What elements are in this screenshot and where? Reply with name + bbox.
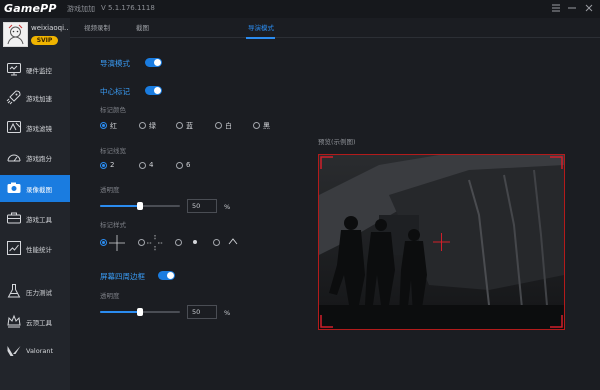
mark-opacity-input[interactable]: 50 <box>187 199 217 213</box>
border-opacity-slider[interactable] <box>100 308 180 316</box>
speedometer-icon <box>6 149 22 165</box>
sidebar: weixiaoqi... SVIP 硬件监控 游戏加速 游戏滤镜 游戏跑分 录像… <box>0 18 70 390</box>
camera-icon <box>6 180 22 196</box>
tab-video-recording[interactable]: 视频录制 <box>84 22 110 32</box>
director-mode-toggle[interactable] <box>145 58 162 67</box>
sidebar-item-benchmark[interactable]: 游戏跑分 <box>0 144 70 171</box>
mark-color-label: 标记颜色 <box>100 106 126 114</box>
sidebar-item-game-filter[interactable]: 游戏滤镜 <box>0 114 70 141</box>
border-opacity-unit: % <box>224 309 231 317</box>
color-option-green: 绿 <box>149 122 156 130</box>
title-bar: GamePP 游戏加加 V 5.1.176.1118 <box>0 0 600 18</box>
avatar[interactable] <box>3 22 28 47</box>
color-option-black: 黑 <box>263 122 270 130</box>
valorant-icon <box>6 343 22 359</box>
width-radio-2[interactable] <box>100 162 107 169</box>
app-name: 游戏加加 <box>67 5 95 13</box>
tab-screenshot[interactable]: 截图 <box>136 22 149 32</box>
preview-scene-image <box>319 155 564 329</box>
width-radio-4[interactable] <box>139 162 146 169</box>
flask-icon <box>6 283 22 299</box>
sidebar-item-game-boost[interactable]: 游戏加速 <box>0 84 70 111</box>
preview-label: 预览(示例图) <box>318 138 356 146</box>
width-option-6: 6 <box>186 161 191 169</box>
director-mode-title: 导演模式 <box>100 59 130 68</box>
sidebar-item-record-screenshot[interactable]: 录像截图 <box>0 175 70 202</box>
sidebar-item-performance-stats[interactable]: 性能统计 <box>0 235 70 262</box>
mark-opacity-unit: % <box>224 203 231 211</box>
width-option-4: 4 <box>149 161 154 169</box>
preview-image <box>318 154 565 330</box>
crosshair-dashed-icon <box>147 235 163 251</box>
center-mark-title: 中心标记 <box>100 87 130 96</box>
color-option-red: 红 <box>110 122 117 130</box>
crosshair-cross-icon <box>109 235 125 251</box>
mark-width-label: 标记线宽 <box>100 147 126 155</box>
sidebar-item-stress-test[interactable]: 压力测试 <box>0 278 70 305</box>
crown-icon <box>6 313 22 329</box>
color-radio-blue[interactable] <box>176 122 183 129</box>
border-opacity-slider-thumb[interactable] <box>137 308 143 316</box>
app-version: V 5.1.176.1118 <box>101 4 155 12</box>
color-option-blue: 蓝 <box>186 122 193 130</box>
screen-border-title: 屏幕四周边框 <box>100 272 145 281</box>
width-radio-6[interactable] <box>176 162 183 169</box>
border-opacity-input[interactable]: 50 <box>187 305 217 319</box>
close-icon[interactable] <box>583 3 595 15</box>
username: weixiaoqi... <box>31 24 69 32</box>
screen-border-toggle[interactable] <box>158 271 175 280</box>
color-option-white: 白 <box>225 122 232 130</box>
minimize-icon[interactable] <box>566 3 578 15</box>
border-opacity-label: 透明度 <box>100 292 120 300</box>
director-mode-panel: 导演模式 中心标记 标记颜色 红 绿 蓝 白 黑 标记线宽 2 4 6 透明度 … <box>70 38 600 390</box>
color-radio-black[interactable] <box>253 122 260 129</box>
color-radio-white[interactable] <box>215 122 222 129</box>
style-radio-dot[interactable] <box>175 239 182 246</box>
chart-icon <box>6 240 22 256</box>
crosshair-dot-icon <box>193 240 197 244</box>
svip-badge: SVIP <box>31 36 58 45</box>
filter-icon <box>6 119 22 135</box>
color-radio-green[interactable] <box>139 122 146 129</box>
style-radio-dashed-cross[interactable] <box>138 239 145 246</box>
menu-icon[interactable] <box>550 3 562 15</box>
tab-director-mode[interactable]: 导演模式 <box>248 22 274 32</box>
mark-opacity-slider-thumb[interactable] <box>137 202 143 210</box>
tab-bar: 视频录制 截图 导演模式 <box>70 18 600 39</box>
sidebar-item-tft-tools[interactable]: 云顶工具 <box>0 308 70 335</box>
user-profile[interactable]: weixiaoqi... SVIP <box>0 18 70 51</box>
width-option-2: 2 <box>110 161 115 169</box>
mark-opacity-label: 透明度 <box>100 186 120 194</box>
toolbox-icon <box>6 210 22 226</box>
sidebar-item-game-tools[interactable]: 游戏工具 <box>0 205 70 232</box>
style-radio-chevron[interactable] <box>213 239 220 246</box>
center-mark-toggle[interactable] <box>145 86 162 95</box>
sidebar-item-hardware-monitor[interactable]: 硬件监控 <box>0 56 70 83</box>
mark-style-label: 标记样式 <box>100 221 126 229</box>
app-logo: GamePP <box>4 2 57 15</box>
mark-opacity-slider[interactable] <box>100 202 180 210</box>
crosshair-chevron-icon <box>228 238 238 245</box>
style-radio-cross[interactable] <box>100 239 107 246</box>
color-radio-red[interactable] <box>100 122 107 129</box>
monitor-icon <box>6 61 22 77</box>
sidebar-item-valorant[interactable]: Valorant <box>0 338 70 365</box>
rocket-icon <box>6 89 22 105</box>
